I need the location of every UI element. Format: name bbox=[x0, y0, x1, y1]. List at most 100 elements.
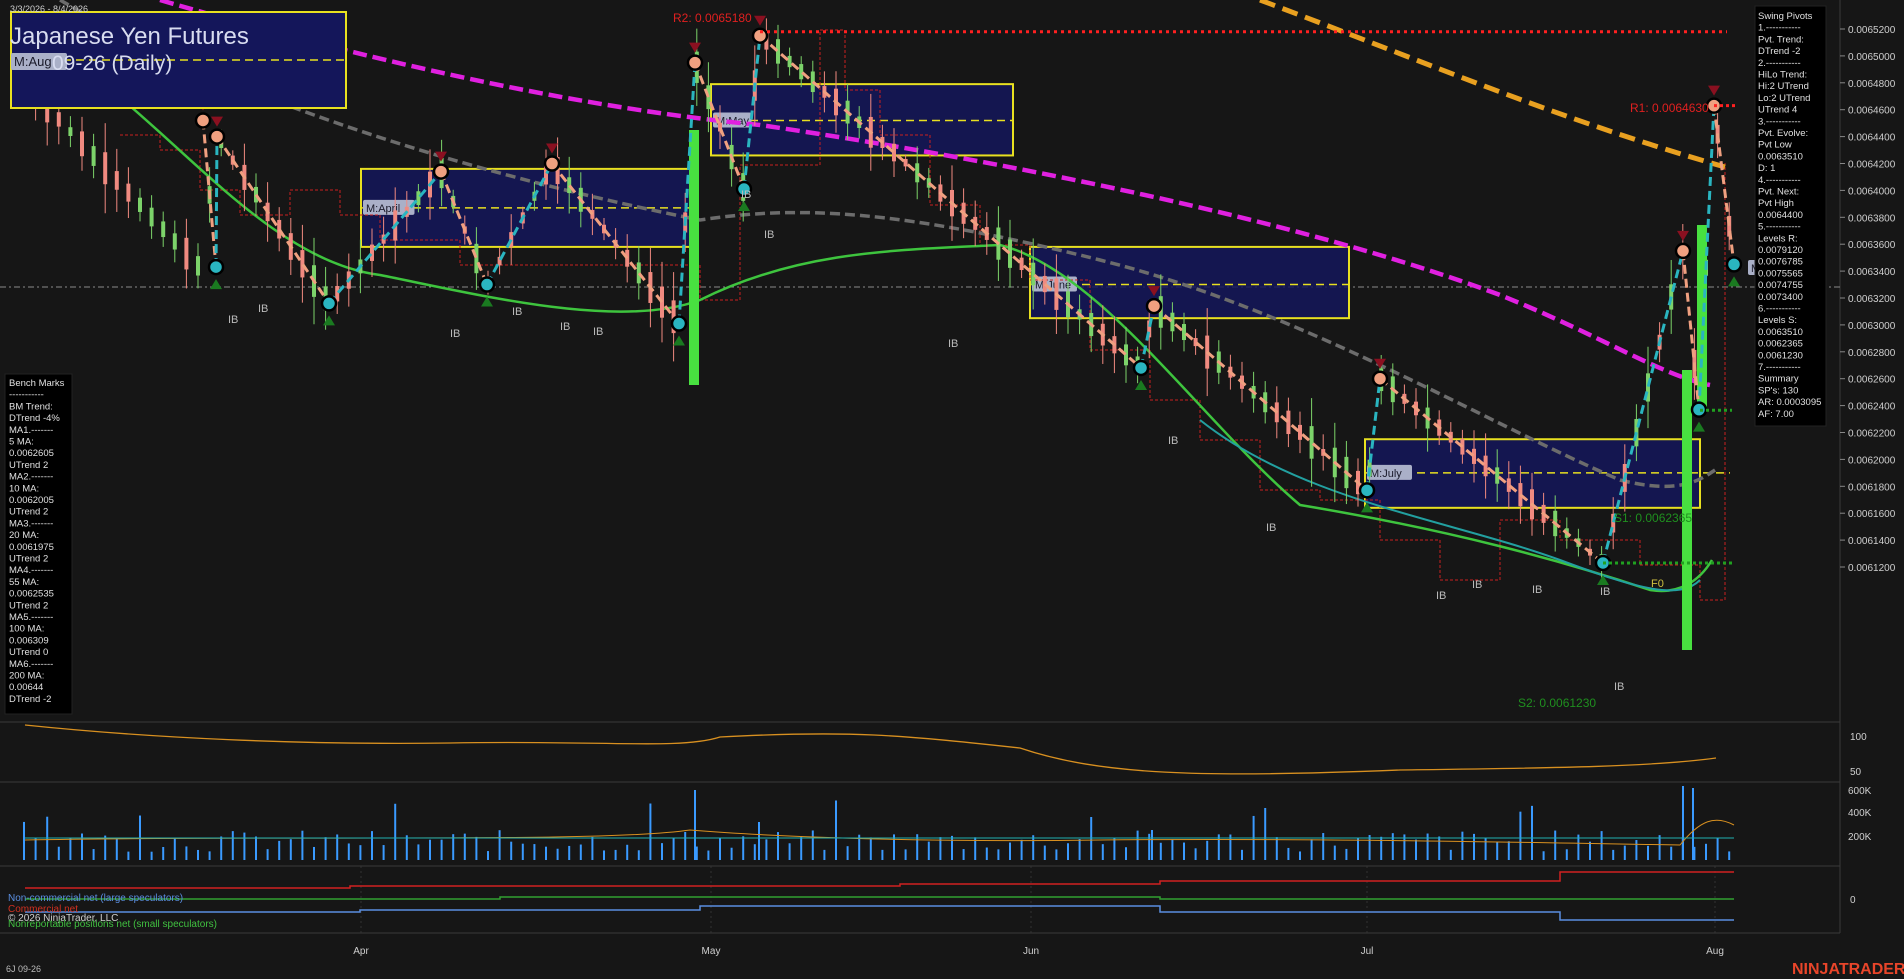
price-tick-label: 0.0062000 bbox=[1848, 455, 1896, 466]
swing-low-marker bbox=[320, 295, 338, 312]
swing-low-marker bbox=[1725, 256, 1743, 273]
bench-panel-line: 0.0062535 bbox=[9, 589, 54, 600]
price-tick-label: 0.0063200 bbox=[1848, 294, 1896, 305]
candle-body bbox=[1495, 467, 1500, 484]
ib-label: IB bbox=[593, 326, 603, 338]
swing-panel-line: 0.0061230 bbox=[1758, 350, 1803, 361]
candle-body bbox=[161, 221, 166, 238]
candle-body bbox=[1309, 426, 1314, 459]
price-tick-label: 0.0064200 bbox=[1848, 160, 1896, 171]
price-tick-label: 0.0063000 bbox=[1848, 321, 1896, 332]
swing-panel-line: 6.----------- bbox=[1758, 304, 1801, 315]
bench-panel-line: UTrend 2 bbox=[9, 507, 48, 518]
swing-low-marker bbox=[207, 258, 225, 276]
ib-label: IB bbox=[258, 303, 268, 315]
price-tick-label: 0.0065200 bbox=[1848, 25, 1896, 36]
volume-axis-label: 200K bbox=[1848, 832, 1872, 843]
ib-label: IB bbox=[764, 229, 774, 241]
bench-panel-line: MA5.------- bbox=[9, 612, 53, 623]
swing-panel-line: HiLo Trend: bbox=[1758, 70, 1807, 81]
price-tick-label: 0.0063400 bbox=[1848, 267, 1896, 278]
bench-panel-line: UTrend 0 bbox=[9, 647, 48, 658]
ib-label: IB bbox=[1472, 579, 1482, 591]
contract-subtitle: 09-26 (Daily) bbox=[52, 52, 172, 75]
month-box bbox=[1029, 245, 1350, 320]
bench-panel-line: 5 MA: bbox=[9, 437, 34, 448]
ib-label: IB bbox=[1614, 681, 1624, 693]
month-badge-label: M:Aug bbox=[14, 54, 52, 69]
brand-logo: NINJATRADER bbox=[1792, 961, 1904, 978]
indicator-axis-label: 100 bbox=[1850, 732, 1867, 743]
bench-panel-line: 55 MA: bbox=[9, 577, 39, 588]
s2-label: S2: 0.0061230 bbox=[1518, 696, 1596, 710]
candle-body bbox=[56, 112, 61, 127]
swing-high-marker bbox=[1145, 297, 1163, 315]
swing-panel-line: 0.0076785 bbox=[1758, 257, 1803, 268]
indicator-axis-label: 50 bbox=[1850, 767, 1862, 778]
candle-body bbox=[196, 256, 200, 276]
candle-body bbox=[416, 191, 421, 206]
ib-label: IB bbox=[512, 306, 522, 318]
footer-symbol: 6J 09-26 bbox=[6, 964, 41, 974]
swing-low-marker bbox=[478, 276, 496, 293]
time-axis-label: May bbox=[702, 946, 721, 957]
r2-label: R2: 0.0065180 bbox=[673, 11, 752, 25]
time-axis-label: Apr bbox=[353, 946, 369, 957]
swing-panel-line: Pvt Low bbox=[1758, 140, 1792, 151]
bench-panel-line: 20 MA: bbox=[9, 530, 39, 541]
swing-low-marker bbox=[670, 315, 688, 332]
swing-panel-line: Pvt High bbox=[1758, 198, 1794, 209]
candle-body bbox=[184, 237, 189, 270]
time-axis-label: Jul bbox=[1361, 946, 1374, 957]
ib-label: IB bbox=[560, 321, 570, 333]
candle-body bbox=[1031, 262, 1036, 286]
swing-panel-line: 0.0064400 bbox=[1758, 210, 1803, 221]
price-tick-label: 0.0062400 bbox=[1848, 402, 1896, 413]
swing-panel-line: AR: 0.0003095 bbox=[1758, 397, 1821, 408]
price-tick-label: 0.0064000 bbox=[1848, 186, 1896, 197]
swing-high-marker bbox=[1371, 370, 1389, 387]
bench-panel-line: 0.0062605 bbox=[9, 448, 54, 459]
swing-panel-line: Pvt. Evolve: bbox=[1758, 128, 1808, 139]
swing-high-marker bbox=[1674, 242, 1692, 260]
swing-panel-line: DTrend -2 bbox=[1758, 46, 1800, 57]
r1-label: R1: 0.0064630 bbox=[1630, 101, 1709, 115]
swing-panel-line: Levels R: bbox=[1758, 233, 1798, 244]
swing-panel-line: 0.0063510 bbox=[1758, 327, 1803, 338]
bench-panel-line: 0.0062005 bbox=[9, 495, 54, 506]
chart-title: Japanese Yen Futures bbox=[10, 23, 249, 50]
ib-label: IB bbox=[1532, 584, 1542, 596]
bench-panel-line: 10 MA: bbox=[9, 483, 39, 494]
swing-panel-line: Lo:2 UTrend bbox=[1758, 93, 1810, 104]
swing-panel-line: 0.0075565 bbox=[1758, 268, 1803, 279]
swing-panel-line: SP's: 130 bbox=[1758, 385, 1798, 396]
candle-body bbox=[149, 207, 154, 227]
date-range: 3/3/2026 - 8/4/2026 bbox=[10, 4, 88, 14]
swing-panel-line: 0.0062365 bbox=[1758, 339, 1803, 350]
price-tick-label: 0.0065000 bbox=[1848, 52, 1896, 63]
candle-body bbox=[172, 233, 177, 250]
candle-body bbox=[300, 250, 305, 278]
swing-panel-line: Levels S: bbox=[1758, 315, 1797, 326]
swing-panel-line: Summary bbox=[1758, 374, 1799, 385]
candle-body bbox=[103, 152, 108, 185]
volume-axis-label: 400K bbox=[1848, 808, 1872, 819]
bench-panel-line: 0.0061975 bbox=[9, 542, 54, 553]
bench-panel-line: BM Trend: bbox=[9, 401, 53, 412]
candle-body bbox=[80, 131, 84, 157]
chart-canvas[interactable]: M:AprilM:MayM:JuneM:JulyM:August IBIBIBI… bbox=[0, 0, 1904, 979]
candle-body bbox=[915, 163, 920, 183]
price-tick-label: 0.0062600 bbox=[1848, 375, 1896, 386]
candle-body bbox=[114, 171, 119, 190]
swing-panel-line: 4.----------- bbox=[1758, 175, 1801, 186]
swing-panel-line: D: 1 bbox=[1758, 163, 1775, 174]
bench-panel-line: MA1.------- bbox=[9, 425, 53, 436]
swing-panel-line: 7.----------- bbox=[1758, 362, 1801, 373]
bench-panel-line: UTrend 2 bbox=[9, 554, 48, 565]
month-box-label: M:July bbox=[1370, 468, 1402, 480]
ib-label: IB bbox=[948, 338, 958, 350]
swing-panel-line: AF: 7.00 bbox=[1758, 409, 1794, 420]
price-tick-label: 0.0062800 bbox=[1848, 348, 1896, 359]
price-tick-label: 0.0063600 bbox=[1848, 240, 1896, 251]
swing-panel-line: 5.----------- bbox=[1758, 222, 1801, 233]
